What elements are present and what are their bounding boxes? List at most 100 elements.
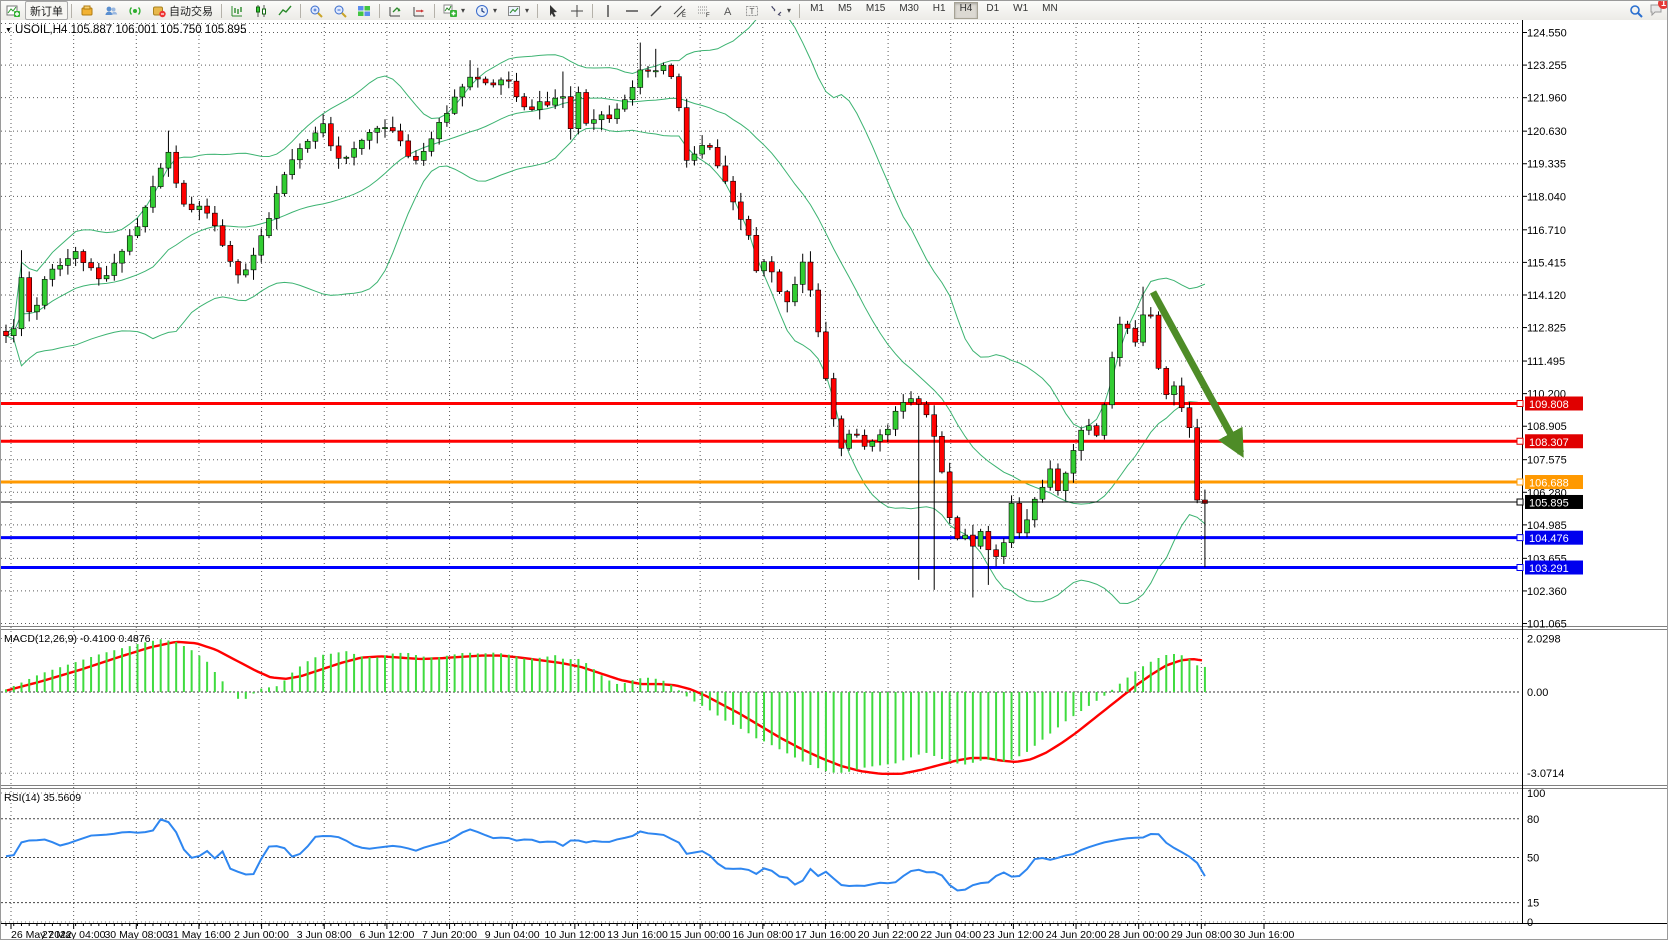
autotrade-icon: [152, 4, 166, 18]
svg-text:29 Jun 08:00: 29 Jun 08:00: [1171, 929, 1232, 940]
zoom-in-icon: [309, 4, 323, 18]
svg-text:F: F: [706, 13, 710, 18]
dropdown-caret: ▾: [493, 6, 497, 15]
bars-chart-button[interactable]: [225, 1, 249, 20]
svg-text:102.360: 102.360: [1527, 586, 1567, 598]
svg-text:T: T: [750, 7, 755, 16]
price-chart-canvas[interactable]: ▼USOIL,H4 105.887 106.001 105.750 105.89…: [1, 20, 1668, 940]
fibonacci-tool-button[interactable]: F: [692, 1, 716, 20]
timeframe-button-w1[interactable]: W1: [1007, 2, 1034, 19]
notification-count-badge: 1: [1658, 0, 1668, 9]
svg-text:E: E: [682, 13, 686, 18]
metaeditor-button[interactable]: [75, 1, 99, 20]
zoom-in-button[interactable]: [304, 1, 328, 20]
vline-icon: [601, 4, 615, 18]
signal-icon: [128, 4, 142, 18]
channel-icon: E: [673, 4, 687, 18]
dropdown-caret: ▾: [525, 6, 529, 15]
label-tool-button[interactable]: T: [740, 1, 764, 20]
notifications-button[interactable]: 1: [1649, 2, 1663, 19]
svg-text:104.985: 104.985: [1527, 520, 1567, 532]
new-chart-button[interactable]: [1, 1, 25, 20]
svg-text:MACD(12,26,9) -0.4100 0.4876: MACD(12,26,9) -0.4100 0.4876: [4, 633, 151, 645]
signals-button[interactable]: [123, 1, 147, 20]
auto-scroll-button[interactable]: [383, 1, 407, 20]
chart-shift-button[interactable]: [407, 1, 431, 20]
svg-text:115.415: 115.415: [1527, 257, 1566, 269]
svg-text:3 Jun 08:00: 3 Jun 08:00: [297, 929, 352, 940]
crosshair-tool-button[interactable]: [565, 1, 589, 20]
svg-text:124.550: 124.550: [1527, 28, 1567, 40]
timeframe-button-h4[interactable]: H4: [954, 2, 979, 19]
indicators-button[interactable]: ▾: [438, 1, 470, 20]
line-chart-button[interactable]: [273, 1, 297, 20]
svg-text:6 Jun 12:00: 6 Jun 12:00: [359, 929, 414, 940]
candles-chart-button[interactable]: [249, 1, 273, 20]
editor-icon: [80, 4, 94, 18]
hline-tool-button[interactable]: [620, 1, 644, 20]
timeframe-button-m30[interactable]: M30: [893, 2, 924, 19]
svg-text:RSI(14) 35.5609: RSI(14) 35.5609: [4, 792, 81, 804]
indicators-icon: [443, 4, 457, 18]
svg-text:24 Jun 20:00: 24 Jun 20:00: [1046, 929, 1107, 940]
new-order-label: 新订单: [30, 3, 63, 19]
trendline-tool-button[interactable]: [644, 1, 668, 20]
timeframe-button-h1[interactable]: H1: [927, 2, 952, 19]
candles-icon: [254, 4, 268, 18]
svg-text:121.960: 121.960: [1527, 93, 1567, 105]
text-tool-button[interactable]: A: [716, 1, 740, 20]
svg-text:2.0298: 2.0298: [1527, 634, 1561, 646]
zoom-out-icon: [333, 4, 347, 18]
svg-text:123.255: 123.255: [1527, 60, 1567, 72]
periods-button[interactable]: ▾: [470, 1, 502, 20]
svg-text:118.040: 118.040: [1527, 191, 1566, 203]
templates-button[interactable]: ▾: [502, 1, 534, 20]
svg-text:9 Jun 04:00: 9 Jun 04:00: [485, 929, 540, 940]
svg-text:104.476: 104.476: [1529, 533, 1569, 545]
dropdown-caret: ▾: [461, 6, 465, 15]
new-order-button[interactable]: 新订单: [25, 1, 68, 20]
crosshair-icon: [570, 4, 584, 18]
vline-tool-button[interactable]: [596, 1, 620, 20]
svg-text:112.825: 112.825: [1527, 323, 1566, 335]
community-button[interactable]: [99, 1, 123, 20]
trading-terminal-window: 新订单 自动交易 ▾ ▾ ▾: [0, 0, 1668, 940]
label-icon: T: [745, 4, 759, 18]
svg-text:103.291: 103.291: [1529, 563, 1569, 575]
svg-text:28 Jun 00:00: 28 Jun 00:00: [1108, 929, 1169, 940]
tile-windows-button[interactable]: [352, 1, 376, 20]
toolbar-separator: [537, 4, 538, 18]
autotrading-button[interactable]: 自动交易: [147, 1, 218, 20]
zoom-out-button[interactable]: [328, 1, 352, 20]
community-icon: [104, 4, 118, 18]
svg-text:108.905: 108.905: [1527, 421, 1567, 433]
svg-text:USOIL,H4 105.887 106.001 105.: USOIL,H4 105.887 106.001 105.750 105.895: [15, 24, 246, 36]
svg-text:105.895: 105.895: [1529, 497, 1569, 509]
svg-text:13 Jun 16:00: 13 Jun 16:00: [607, 929, 668, 940]
timeframe-button-m1[interactable]: M1: [804, 2, 830, 19]
main-toolbar: 新订单 自动交易 ▾ ▾ ▾: [1, 1, 1668, 21]
cursor-tool-button[interactable]: [541, 1, 565, 20]
svg-text:100: 100: [1527, 788, 1545, 800]
cursor-icon: [546, 4, 560, 18]
svg-text:114.120: 114.120: [1527, 290, 1566, 302]
svg-text:116.710: 116.710: [1527, 225, 1566, 237]
toolbar-separator: [434, 4, 435, 18]
chart-plus-icon: [6, 4, 20, 18]
toolbar-separator: [799, 4, 800, 18]
toolbar-separator: [71, 4, 72, 18]
svg-text:27 May 04:00: 27 May 04:00: [42, 929, 106, 940]
timeframe-button-d1[interactable]: D1: [980, 2, 1005, 19]
shapes-tool-button[interactable]: ▾: [764, 1, 796, 20]
svg-text:50: 50: [1527, 853, 1539, 865]
svg-text:-3.0714: -3.0714: [1527, 768, 1564, 780]
channel-tool-button[interactable]: E: [668, 1, 692, 20]
search-icon[interactable]: [1629, 4, 1643, 18]
timeframe-button-mn[interactable]: MN: [1036, 2, 1064, 19]
fibo-icon: F: [697, 4, 711, 18]
svg-text:107.575: 107.575: [1527, 455, 1567, 467]
timeframe-button-m15[interactable]: M15: [860, 2, 891, 19]
shapes-icon: [769, 4, 783, 18]
timeframe-button-m5[interactable]: M5: [832, 2, 858, 19]
svg-text:15 Jun 00:00: 15 Jun 00:00: [670, 929, 731, 940]
